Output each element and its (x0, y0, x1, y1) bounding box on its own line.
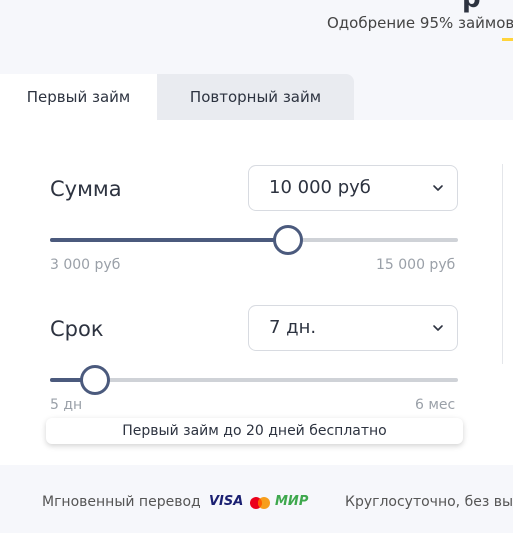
amount-slider[interactable] (50, 225, 458, 255)
term-slider[interactable] (50, 365, 458, 395)
amount-min-label: 3 000 руб (50, 257, 121, 273)
chevron-down-icon (433, 185, 443, 191)
chevron-down-icon (433, 325, 443, 331)
footer-bar: Мгновенный перевод VISA МИР Круглосуточн… (0, 465, 513, 533)
amount-select[interactable]: 10 000 руб (248, 165, 458, 211)
term-label: Срок (50, 317, 104, 341)
instant-transfer-text: Мгновенный перевод (42, 494, 201, 510)
term-slider-handle[interactable] (79, 365, 110, 395)
amount-max-label: 15 000 руб (376, 257, 456, 273)
mir-logo: МИР (275, 494, 309, 509)
around-clock-text: Круглосуточно, без вы (345, 494, 513, 510)
term-max-label: 6 мес (415, 397, 456, 413)
amount-label: Сумма (50, 177, 122, 201)
mastercard-logo (250, 497, 270, 509)
term-select[interactable]: 7 дн. (248, 305, 458, 351)
term-select-value: 7 дн. (269, 317, 317, 338)
loan-tabs: Первый займ Повторный займ (0, 74, 513, 120)
highlight-underline (502, 38, 513, 41)
tab-first-loan[interactable]: Первый займ (0, 74, 157, 120)
amount-slider-handle[interactable] (273, 225, 303, 255)
page-title: р (462, 0, 481, 14)
amount-select-value: 10 000 руб (269, 177, 371, 198)
tab-repeat-loan[interactable]: Повторный займ (157, 74, 354, 120)
page-header: р Одобрение 95% займов за (0, 0, 513, 74)
term-min-label: 5 дн (50, 397, 83, 413)
amount-slider-fill (50, 238, 288, 242)
approval-subtitle: Одобрение 95% займов за (327, 14, 513, 32)
visa-logo: VISA (209, 494, 244, 509)
loan-calculator: Сумма 10 000 руб 3 000 руб 15 000 руб Ср… (0, 120, 513, 465)
promo-tooltip: Первый займ до 20 дней бесплатно (46, 418, 463, 444)
vertical-divider (502, 164, 503, 364)
